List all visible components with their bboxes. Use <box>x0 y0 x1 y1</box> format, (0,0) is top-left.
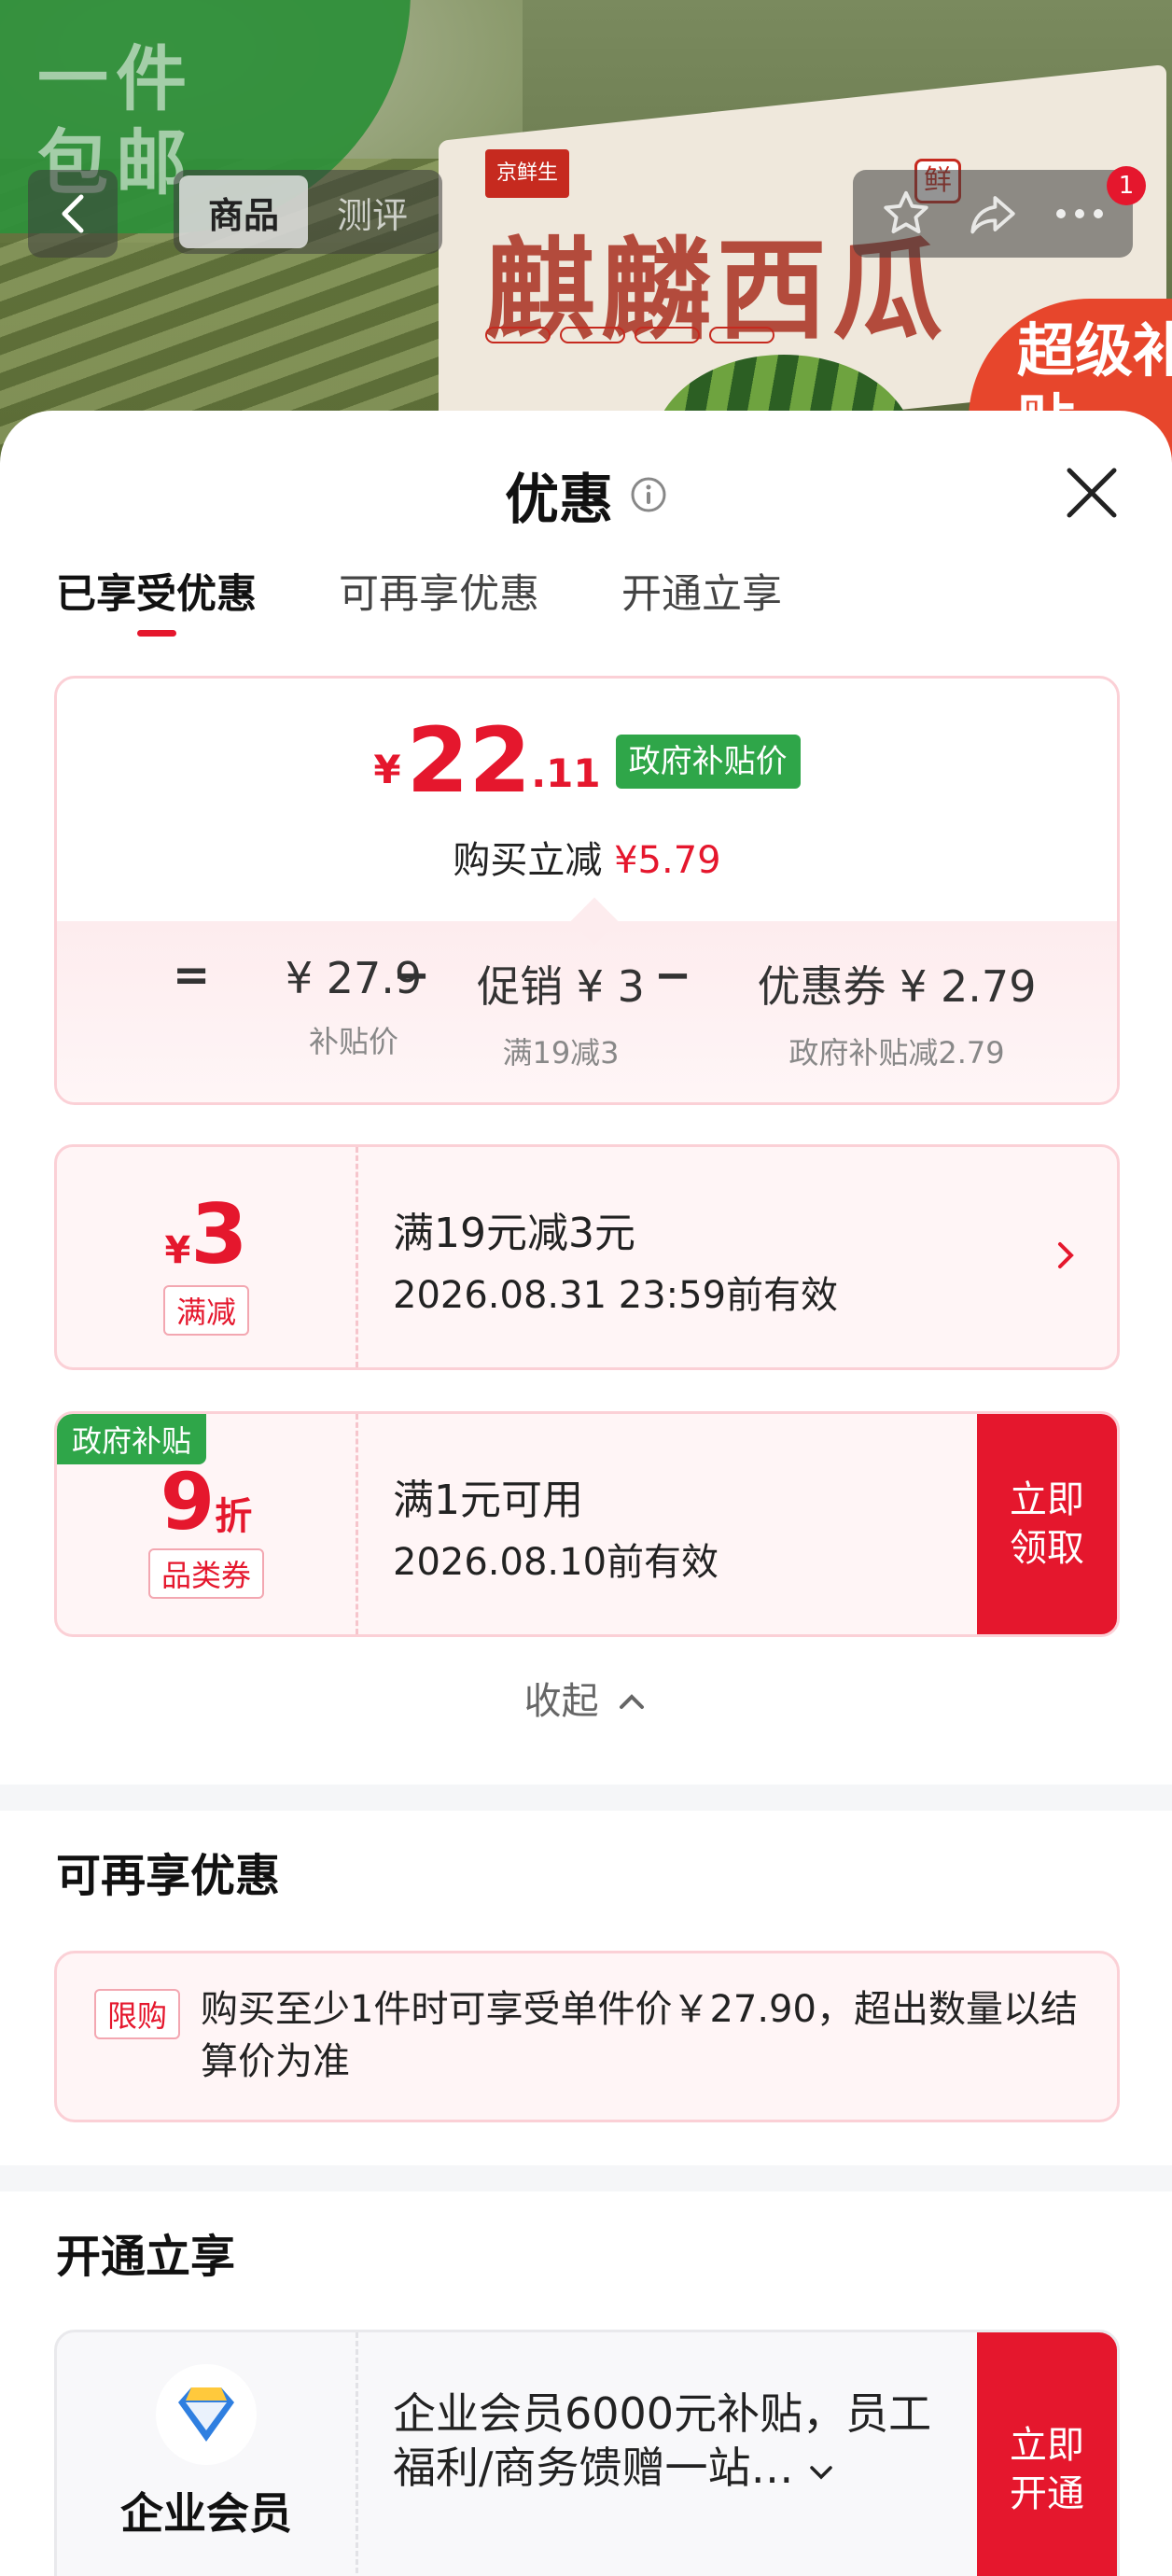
product-box-pills <box>485 327 774 343</box>
coupon-title: 满1元可用 <box>393 1477 583 1524</box>
back-button[interactable] <box>28 170 118 258</box>
section-divider <box>0 2165 1172 2191</box>
coupon-amount: ¥3 <box>57 1194 356 1276</box>
coupon-value: 9折 品类券 <box>57 1414 356 1634</box>
price-integer: 22 <box>406 708 532 813</box>
coupon-validity: 2026.08.10前有效 <box>393 1541 719 1584</box>
tab-open-membership[interactable]: 开通立享 <box>621 562 782 637</box>
calc-label: 补贴价 <box>308 1024 398 1059</box>
member-name: 企业会员 <box>120 2488 292 2539</box>
limit-tag: 限购 <box>94 1989 181 2039</box>
share-icon <box>970 196 1015 234</box>
minus-sign: − <box>654 949 692 1001</box>
brand-logo: 京鲜生 <box>485 149 569 198</box>
chevron-down-icon[interactable] <box>807 2462 835 2483</box>
coupon-discount-value: 9 <box>160 1456 216 1547</box>
member-offer-text: 企业会员6000元补贴，员工福利/商务馈赠一站… <box>393 2387 953 2495</box>
calc-label: 政府补贴减2.79 <box>788 1035 1005 1071</box>
limit-text: 购买至少1件时可享受单件价￥27.90，超出数量以结算价为准 <box>201 1988 1078 2083</box>
calc-item-promotion: 促销 ¥ 3 满19减3 <box>449 953 673 1072</box>
calc-value: 优惠券 ¥ 2.79 <box>757 961 1037 1012</box>
coupon-discount-unit: 折 <box>215 1495 253 1538</box>
favorite-button[interactable] <box>873 181 939 246</box>
chevron-right-icon <box>1058 1242 1074 1268</box>
diamond-icon <box>178 2387 234 2442</box>
price-currency: ¥ <box>373 747 401 792</box>
enterprise-member-logo <box>156 2364 257 2465</box>
star-icon <box>883 190 928 234</box>
calc-item-coupon: 优惠券 ¥ 2.79 政府补贴减2.79 <box>710 953 1083 1072</box>
tab-review[interactable]: 测评 <box>308 175 437 248</box>
close-icon <box>1067 468 1117 518</box>
close-button[interactable] <box>1054 455 1129 530</box>
member-offer-desc: 企业会员6000元补贴，员工福利/商务馈赠一站… <box>393 2388 932 2493</box>
calc-label: 满19减3 <box>502 1035 620 1071</box>
saving-amount: ¥5.79 <box>614 839 721 882</box>
member-divider <box>356 2332 358 2576</box>
final-price: ¥ 22 .11 政府补贴价 <box>57 716 1117 805</box>
price-decimal: .11 <box>531 750 601 796</box>
coupon-full-reduction[interactable]: ¥3 满减 满19元减3元 2026.08.31 23:59前有效 <box>54 1144 1120 1370</box>
coupon-amount-value: 3 <box>190 1186 248 1282</box>
claim-coupon-button[interactable]: 立即领取 <box>977 1414 1117 1634</box>
coupon-category-discount: 政府补贴 9折 品类券 满1元可用 2026.08.10前有效 立即领取 <box>54 1411 1120 1637</box>
sheet-title: 优惠 <box>504 468 613 531</box>
coupon-type-tag: 品类券 <box>147 1548 264 1599</box>
coupon-divider <box>356 1414 358 1634</box>
minus-sign: − <box>393 949 431 1001</box>
product-nav-tabs: 商品 测评 <box>174 170 442 254</box>
price-breakdown-card: ¥ 22 .11 政府补贴价 购买立减 ¥5.79 = ¥ 27.9 补贴价 −… <box>54 676 1120 1105</box>
instant-saving: 购买立减 ¥5.79 <box>57 830 1117 884</box>
coupon-body: 满19元减3元 2026.08.31 23:59前有效 <box>393 1199 838 1319</box>
back-arrow-icon <box>62 194 84 233</box>
tab-more-discounts[interactable]: 可再享优惠 <box>339 562 539 637</box>
coupon-validity: 2026.08.31 23:59前有效 <box>393 1274 839 1317</box>
collapse-button[interactable]: 收起 <box>0 1671 1172 1725</box>
open-membership-title: 开通立享 <box>56 2231 236 2283</box>
coupon-discount: 9折 <box>57 1463 356 1541</box>
more-button[interactable] <box>1047 181 1112 246</box>
coupon-type-tag: 满减 <box>162 1285 249 1336</box>
discount-tabs: 已享受优惠 可再享优惠 开通立享 <box>56 562 782 637</box>
calc-value: 促销 ¥ 3 <box>477 961 645 1012</box>
saving-label: 购买立减 <box>453 839 603 882</box>
coupon-divider <box>356 1147 358 1367</box>
discount-bottom-sheet: 优惠 已享受优惠 可再享优惠 开通立享 ¥ 22 .11 政府补贴价 购买立减 … <box>0 411 1172 2576</box>
tab-product[interactable]: 商品 <box>179 175 308 248</box>
coupon-value: ¥3 满减 <box>57 1147 356 1367</box>
coupon-currency: ¥ <box>164 1229 191 1272</box>
info-icon[interactable] <box>630 476 667 513</box>
calc-item-subsidy-price: ¥ 27.9 补贴价 <box>242 953 466 1061</box>
coupon-title: 满19元减3元 <box>393 1210 635 1257</box>
calc-value: ¥ 27.9 <box>285 953 423 1003</box>
tab-enjoyed-discounts[interactable]: 已享受优惠 <box>56 562 257 637</box>
more-discounts-title: 可再享优惠 <box>56 1850 281 1902</box>
equals-sign: = <box>173 949 211 1001</box>
message-count-badge: 1 <box>1107 166 1146 205</box>
chevron-up-icon <box>620 1694 645 1709</box>
price-calculation: = ¥ 27.9 补贴价 − 促销 ¥ 3 满19减3 − 优惠券 ¥ 2.79… <box>57 897 1117 1102</box>
nav-actions <box>853 170 1133 258</box>
more-dots-icon <box>1056 209 1104 218</box>
open-membership-button[interactable]: 立即开通 <box>977 2332 1117 2576</box>
share-button[interactable] <box>960 181 1026 246</box>
member-brand: 企业会员 <box>57 2332 356 2576</box>
sheet-header: 优惠 <box>0 455 1172 534</box>
coupon-body: 满1元可用 2026.08.10前有效 <box>393 1466 719 1586</box>
purchase-limit-notice: 限购 购买至少1件时可享受单件价￥27.90，超出数量以结算价为准 <box>54 1951 1120 2122</box>
gov-subsidy-price-tag: 政府补贴价 <box>615 735 801 789</box>
enterprise-member-offer[interactable]: 企业会员 企业会员6000元补贴，员工福利/商务馈赠一站… 立即开通 <box>54 2330 1120 2576</box>
section-divider <box>0 1785 1172 1811</box>
collapse-label: 收起 <box>523 1680 599 1723</box>
